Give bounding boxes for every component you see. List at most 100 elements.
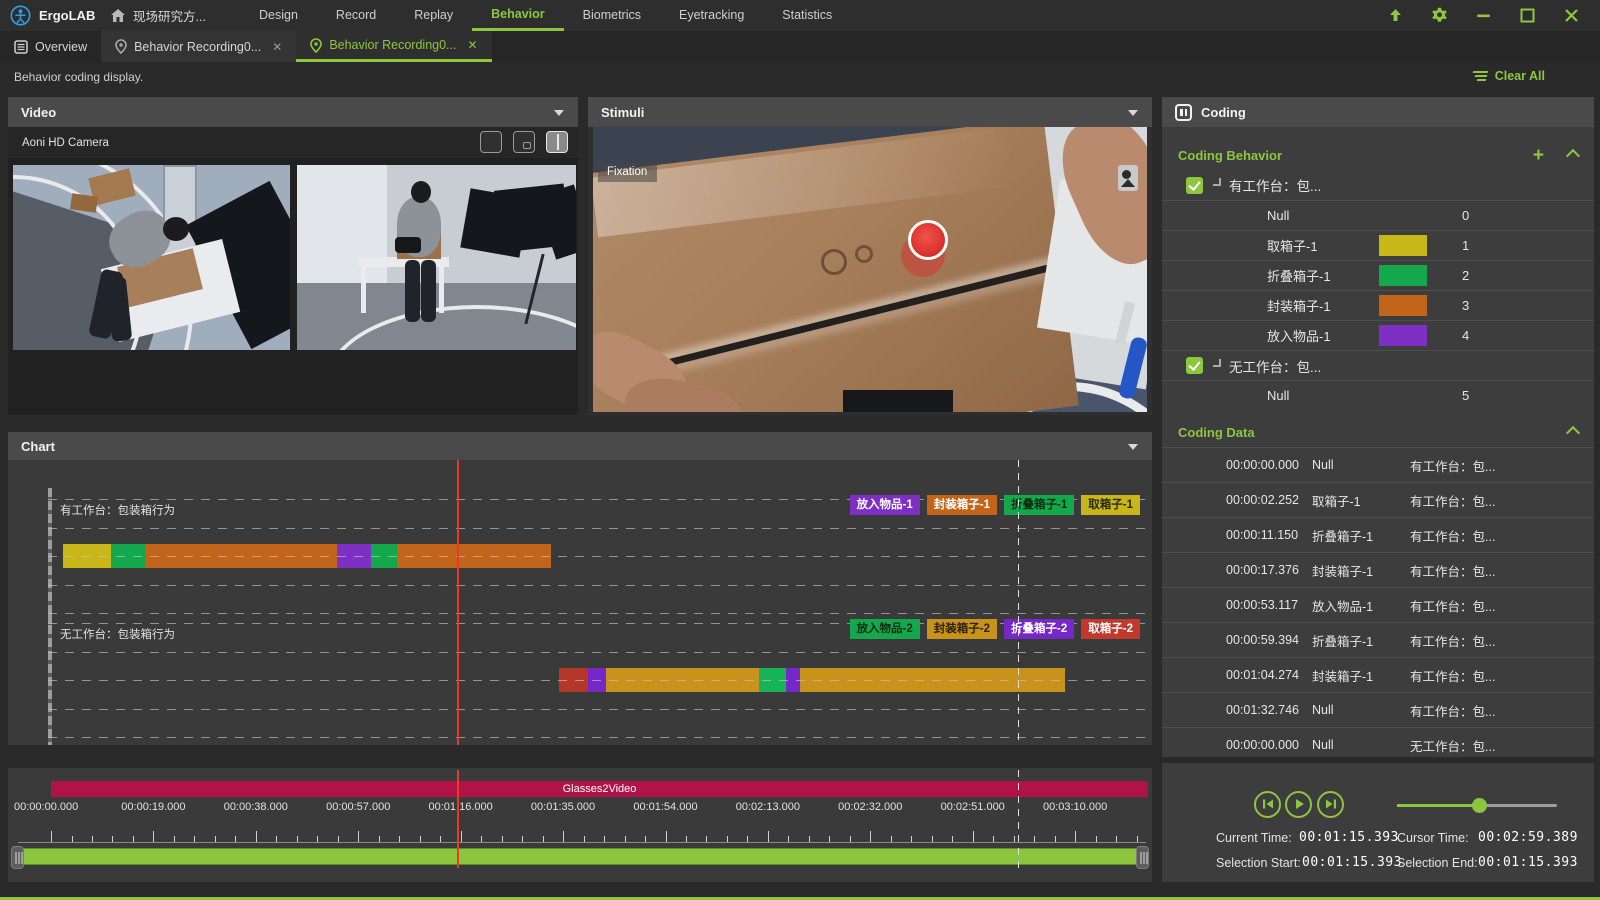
legend-chip[interactable]: 封装箱子-1 [927, 495, 997, 515]
chart-panel-header[interactable]: Chart [8, 432, 1152, 460]
media-track-bar[interactable]: Glasses2Video [51, 781, 1148, 797]
timeline-tick-label: 00:02:51.000 [941, 801, 1005, 813]
seek-slider[interactable] [1397, 804, 1557, 807]
seek-slider-fill [1397, 804, 1479, 807]
tab-close-icon[interactable]: ✕ [467, 38, 477, 52]
scene-image-icon[interactable] [1118, 165, 1138, 191]
video-panel-header[interactable]: Video [8, 97, 578, 127]
behavior-color-swatch [1379, 235, 1427, 256]
behavior-item-row[interactable]: 放入物品-14 [1162, 320, 1594, 350]
app-name: ErgoLAB [39, 8, 95, 23]
menu-item-biometrics[interactable]: Biometrics [564, 0, 660, 31]
collapse-data-icon[interactable] [1566, 426, 1580, 440]
scrollbar-right-handle[interactable] [1136, 846, 1149, 869]
tab-recording-2[interactable]: Behavior Recording0...✕ [296, 31, 491, 62]
tab-close-icon[interactable]: ✕ [272, 40, 282, 54]
legend-chip[interactable]: 取箱子-1 [1081, 495, 1140, 515]
project-menu[interactable]: 现场研究方... [110, 6, 240, 25]
chevron-down-icon[interactable] [1128, 110, 1138, 116]
minimize-icon[interactable] [1474, 7, 1492, 25]
behavior-item-row[interactable]: Null5 [1162, 380, 1594, 410]
coding-data-row[interactable]: 00:00:59.394折叠箱子-1有工作台：包... [1162, 622, 1594, 657]
timeline-panel: Glasses2Video 00:00:00.00000:00:19.00000… [8, 768, 1152, 882]
scrollbar-left-handle[interactable] [11, 846, 24, 869]
menu-item-behavior[interactable]: Behavior [472, 0, 564, 31]
coding-data-row[interactable]: 00:00:11.150折叠箱子-1有工作台：包... [1162, 517, 1594, 552]
timeline-scrollbar[interactable] [14, 848, 1146, 865]
behavior-chart[interactable]: 有工作台：包装箱行为放入物品-1封装箱子-1折叠箱子-1取箱子-1无工作台：包装… [8, 460, 1152, 745]
data-behavior: Null [1312, 703, 1334, 717]
data-group: 有工作台：包... [1410, 596, 1495, 615]
behavior-item-row[interactable]: 取箱子-11 [1162, 230, 1594, 260]
split-view-button[interactable] [546, 131, 568, 153]
play-button[interactable] [1285, 791, 1312, 818]
behavior-name: Null [1267, 208, 1289, 223]
legend-chip[interactable]: 折叠箱子-2 [1004, 619, 1074, 639]
timeline-tick-label: 00:00:00.000 [14, 801, 78, 813]
behavior-color-swatch [1379, 295, 1427, 316]
pip-view-button[interactable] [513, 131, 535, 153]
home-icon [110, 8, 126, 23]
track-left-ruler[interactable] [48, 612, 52, 745]
behavior-item-row[interactable]: 折叠箱子-12 [1162, 260, 1594, 290]
step-forward-button[interactable] [1317, 791, 1344, 818]
timeline-playhead[interactable] [457, 770, 459, 868]
single-view-button[interactable] [480, 131, 502, 153]
maximize-icon[interactable] [1518, 7, 1536, 25]
pin-icon [310, 38, 322, 53]
group-checkbox[interactable] [1186, 357, 1203, 374]
video-panel-title: Video [21, 105, 56, 120]
behavior-name: 折叠箱子-1 [1267, 266, 1331, 285]
coding-data-row[interactable]: 00:00:53.117放入物品-1有工作台：包... [1162, 587, 1594, 622]
media-track-label: Glasses2Video [563, 783, 637, 795]
coding-data-row[interactable]: 00:00:00.000Null无工作台：包... [1162, 727, 1594, 754]
ruler-tick [153, 831, 154, 842]
legend-chip[interactable]: 折叠箱子-1 [1004, 495, 1074, 515]
coding-data-row[interactable]: 00:01:32.746Null有工作台：包... [1162, 692, 1594, 727]
data-behavior: 封装箱子-1 [1312, 561, 1373, 580]
coding-data-row[interactable]: 00:01:04.274封装箱子-1有工作台：包... [1162, 657, 1594, 692]
chart-playhead[interactable] [457, 460, 459, 745]
close-icon[interactable] [1562, 7, 1580, 25]
coding-data-row[interactable]: 00:00:00.000Null有工作台：包... [1162, 447, 1594, 482]
behavior-item-row[interactable]: Null0 [1162, 200, 1594, 230]
chevron-down-icon[interactable] [1128, 444, 1138, 450]
step-back-button[interactable] [1254, 791, 1281, 818]
coding-data-row[interactable]: 00:00:17.376封装箱子-1有工作台：包... [1162, 552, 1594, 587]
stimuli-panel-header[interactable]: Stimuli [588, 97, 1152, 127]
legend-chip[interactable]: 封装箱子-2 [927, 619, 997, 639]
group-checkbox[interactable] [1186, 177, 1203, 194]
undock-icon[interactable] [1386, 7, 1404, 25]
menu-item-design[interactable]: Design [240, 0, 317, 31]
grid-dashed-line [48, 680, 1152, 681]
add-behavior-button[interactable]: + [1533, 145, 1544, 167]
seek-slider-thumb[interactable] [1472, 798, 1487, 813]
grid-dashed-line [48, 652, 1152, 653]
clear-all-button[interactable]: Clear All [1473, 69, 1545, 83]
collapse-behavior-icon[interactable] [1566, 149, 1580, 163]
status-row: Behavior coding display. Clear All [0, 62, 1600, 92]
app-logo: ErgoLAB [0, 5, 110, 26]
cursor-time-label: Cursor Time: [1397, 831, 1469, 845]
coding-data-row[interactable]: 00:00:02.252取箱子-1有工作台：包... [1162, 482, 1594, 517]
menu-item-record[interactable]: Record [317, 0, 395, 31]
legend-chip[interactable]: 放入物品-2 [850, 619, 920, 639]
legend-chip[interactable]: 放入物品-1 [850, 495, 920, 515]
chevron-down-icon[interactable] [554, 110, 564, 116]
menu-item-eyetracking[interactable]: Eyetracking [660, 0, 763, 31]
settings-gear-icon[interactable] [1430, 7, 1448, 25]
ruler-tick [461, 831, 462, 842]
data-behavior: 放入物品-1 [1312, 596, 1373, 615]
legend-chip[interactable]: 取箱子-2 [1081, 619, 1140, 639]
behavior-group-row[interactable]: 有工作台：包... [1162, 170, 1594, 200]
ruler-tick [563, 831, 564, 842]
menu-item-replay[interactable]: Replay [395, 0, 472, 31]
tab-recording-1[interactable]: Behavior Recording0...✕ [101, 31, 296, 62]
menu-item-statistics[interactable]: Statistics [763, 0, 851, 31]
branch-icon [1213, 178, 1221, 186]
behavior-group-row[interactable]: 无工作台：包... [1162, 350, 1594, 380]
gaze-point [908, 220, 948, 260]
grid-dashed-line [48, 585, 1152, 586]
tab-overview[interactable]: Overview [0, 31, 101, 62]
behavior-item-row[interactable]: 封装箱子-13 [1162, 290, 1594, 320]
